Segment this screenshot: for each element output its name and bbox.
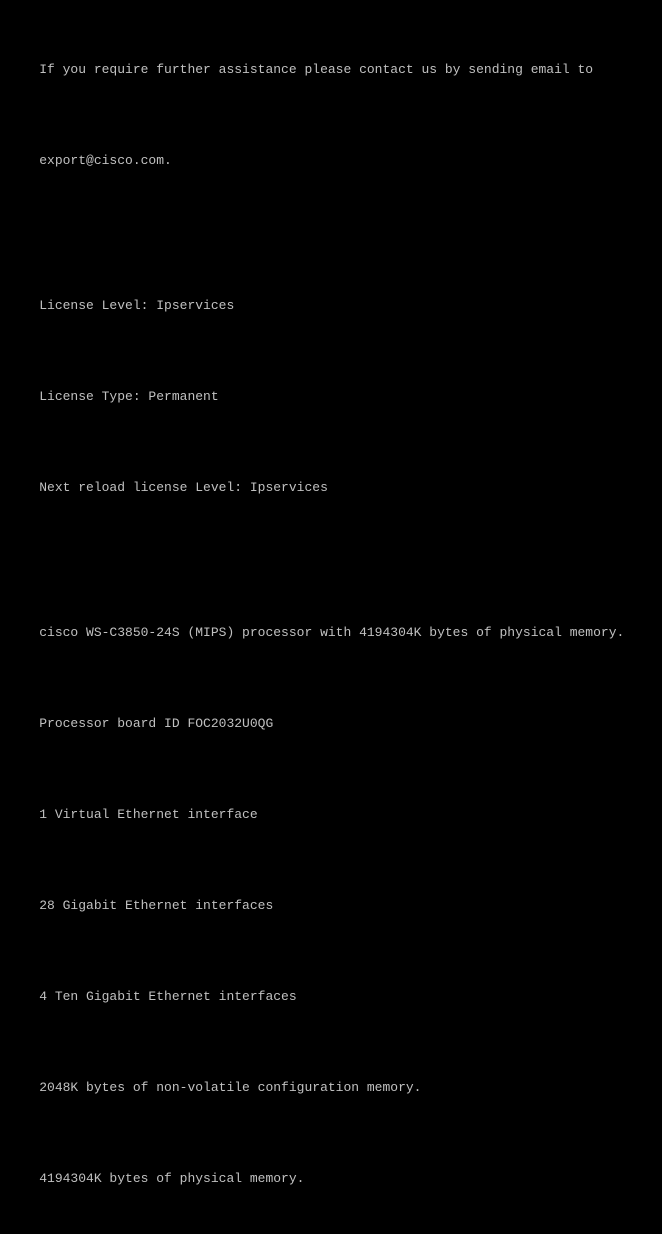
line-nvram: 2048K bytes of non-volatile configuratio… <box>8 1061 654 1116</box>
text-line10: 1 Virtual Ethernet interface <box>39 807 257 822</box>
line-email: export@cisco.com. <box>8 133 654 188</box>
line-gigabit-eth: 28 Gigabit Ethernet interfaces <box>8 879 654 934</box>
line-physical-mem: 4194304K bytes of physical memory. <box>8 1152 654 1207</box>
line-license-level: License Level: Ipservices <box>8 279 654 334</box>
text-line8: cisco WS-C3850-24S (MIPS) processor with… <box>39 625 624 640</box>
text-line11: 28 Gigabit Ethernet interfaces <box>39 898 273 913</box>
terminal-output: If you require further assistance please… <box>8 6 654 1234</box>
line-reload-license: Next reload license Level: Ipservices <box>8 461 654 516</box>
text-line1: If you require further assistance please… <box>39 62 593 77</box>
text-line4: License Level: Ipservices <box>39 298 234 313</box>
line-ten-gigabit: 4 Ten Gigabit Ethernet interfaces <box>8 970 654 1025</box>
text-line9: Processor board ID FOC2032U0QG <box>39 716 273 731</box>
line-cisco-processor: cisco WS-C3850-24S (MIPS) processor with… <box>8 606 654 661</box>
text-line13: 2048K bytes of non-volatile configuratio… <box>39 1080 421 1095</box>
line-blank1 <box>8 224 654 242</box>
text-line12: 4 Ten Gigabit Ethernet interfaces <box>39 989 296 1004</box>
text-line2: export@cisco.com. <box>39 153 172 168</box>
text-line5: License Type: Permanent <box>39 389 218 404</box>
line-processor-board: Processor board ID FOC2032U0QG <box>8 697 654 752</box>
text-line6: Next reload license Level: Ipservices <box>39 480 328 495</box>
line-license-type: License Type: Permanent <box>8 370 654 425</box>
line-assistance: If you require further assistance please… <box>8 42 654 97</box>
line-virtual-eth: 1 Virtual Ethernet interface <box>8 788 654 843</box>
line-blank2 <box>8 552 654 570</box>
text-line14: 4194304K bytes of physical memory. <box>39 1171 304 1186</box>
